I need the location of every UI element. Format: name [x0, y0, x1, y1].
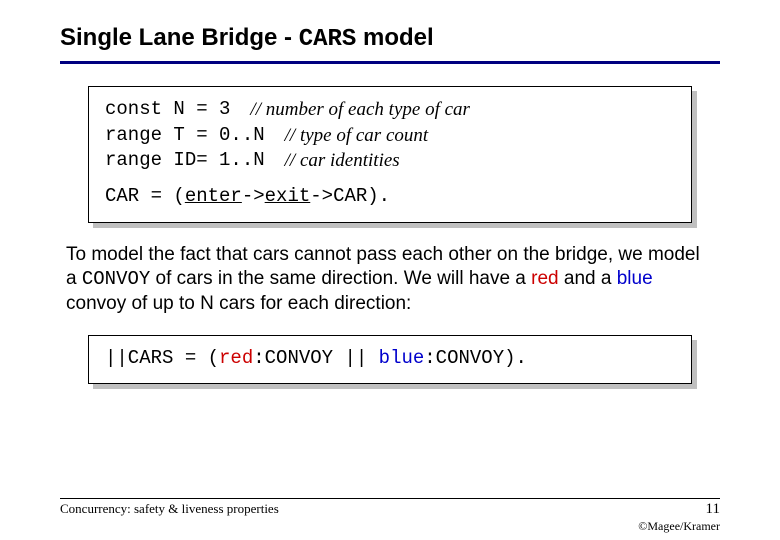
cars-head: ||CARS = ( [105, 347, 219, 369]
cars-blue: blue [379, 347, 425, 369]
def-row-2: range T = 0..N // type of car count [105, 123, 675, 149]
slide-root: Single Lane Bridge - CARS model const N … [0, 0, 780, 540]
definitions-box: const N = 3 // number of each type of ca… [88, 86, 692, 223]
car-enter: enter [185, 185, 242, 207]
title-suffix: model [356, 24, 433, 51]
footer-page: 11 [706, 501, 720, 518]
def-code-2: range T = 0..N [105, 123, 265, 149]
slide-title: Single Lane Bridge - CARS model [60, 24, 720, 53]
def-code-3: range ID= 1..N [105, 148, 265, 174]
title-mono: CARS [299, 26, 357, 53]
cars-sep1: :CONVOY || [253, 347, 378, 369]
def-row-1: const N = 3 // number of each type of ca… [105, 97, 675, 123]
body-paragraph: To model the fact that cars cannot pass … [66, 243, 714, 317]
car-arrow1: -> [242, 185, 265, 207]
body-t4: convoy of up to N cars for each directio… [66, 293, 411, 314]
cars-code: ||CARS = (red:CONVOY || blue:CONVOY). [88, 335, 692, 385]
cars-box: ||CARS = (red:CONVOY || blue:CONVOY). [88, 335, 692, 385]
def-row-3: range ID= 1..N // car identities [105, 148, 675, 174]
car-exit: exit [265, 185, 311, 207]
car-process-line: CAR = (enter->exit->CAR). [105, 184, 675, 210]
body-red: red [531, 268, 558, 289]
title-rule [60, 61, 720, 64]
body-convoy: CONVOY [82, 268, 150, 290]
car-tail: ->CAR). [310, 185, 390, 207]
def-comment-2: // type of car count [285, 123, 429, 149]
title-prefix: Single Lane Bridge - [60, 24, 299, 51]
body-t2: of cars in the same direction. We will h… [150, 268, 531, 289]
slide-footer: Concurrency: safety & liveness propertie… [60, 498, 720, 518]
def-comment-3: // car identities [285, 148, 400, 174]
def-code-1: const N = 3 [105, 97, 230, 123]
definitions-code: const N = 3 // number of each type of ca… [88, 86, 692, 223]
def-comment-1: // number of each type of car [250, 97, 470, 123]
body-t3: and a [559, 268, 617, 289]
body-blue: blue [617, 268, 653, 289]
cars-tail: :CONVOY). [424, 347, 527, 369]
footer-credit: ©Magee/Kramer [638, 519, 720, 534]
cars-red: red [219, 347, 253, 369]
car-head: CAR = ( [105, 185, 185, 207]
footer-left: Concurrency: safety & liveness propertie… [60, 501, 279, 517]
